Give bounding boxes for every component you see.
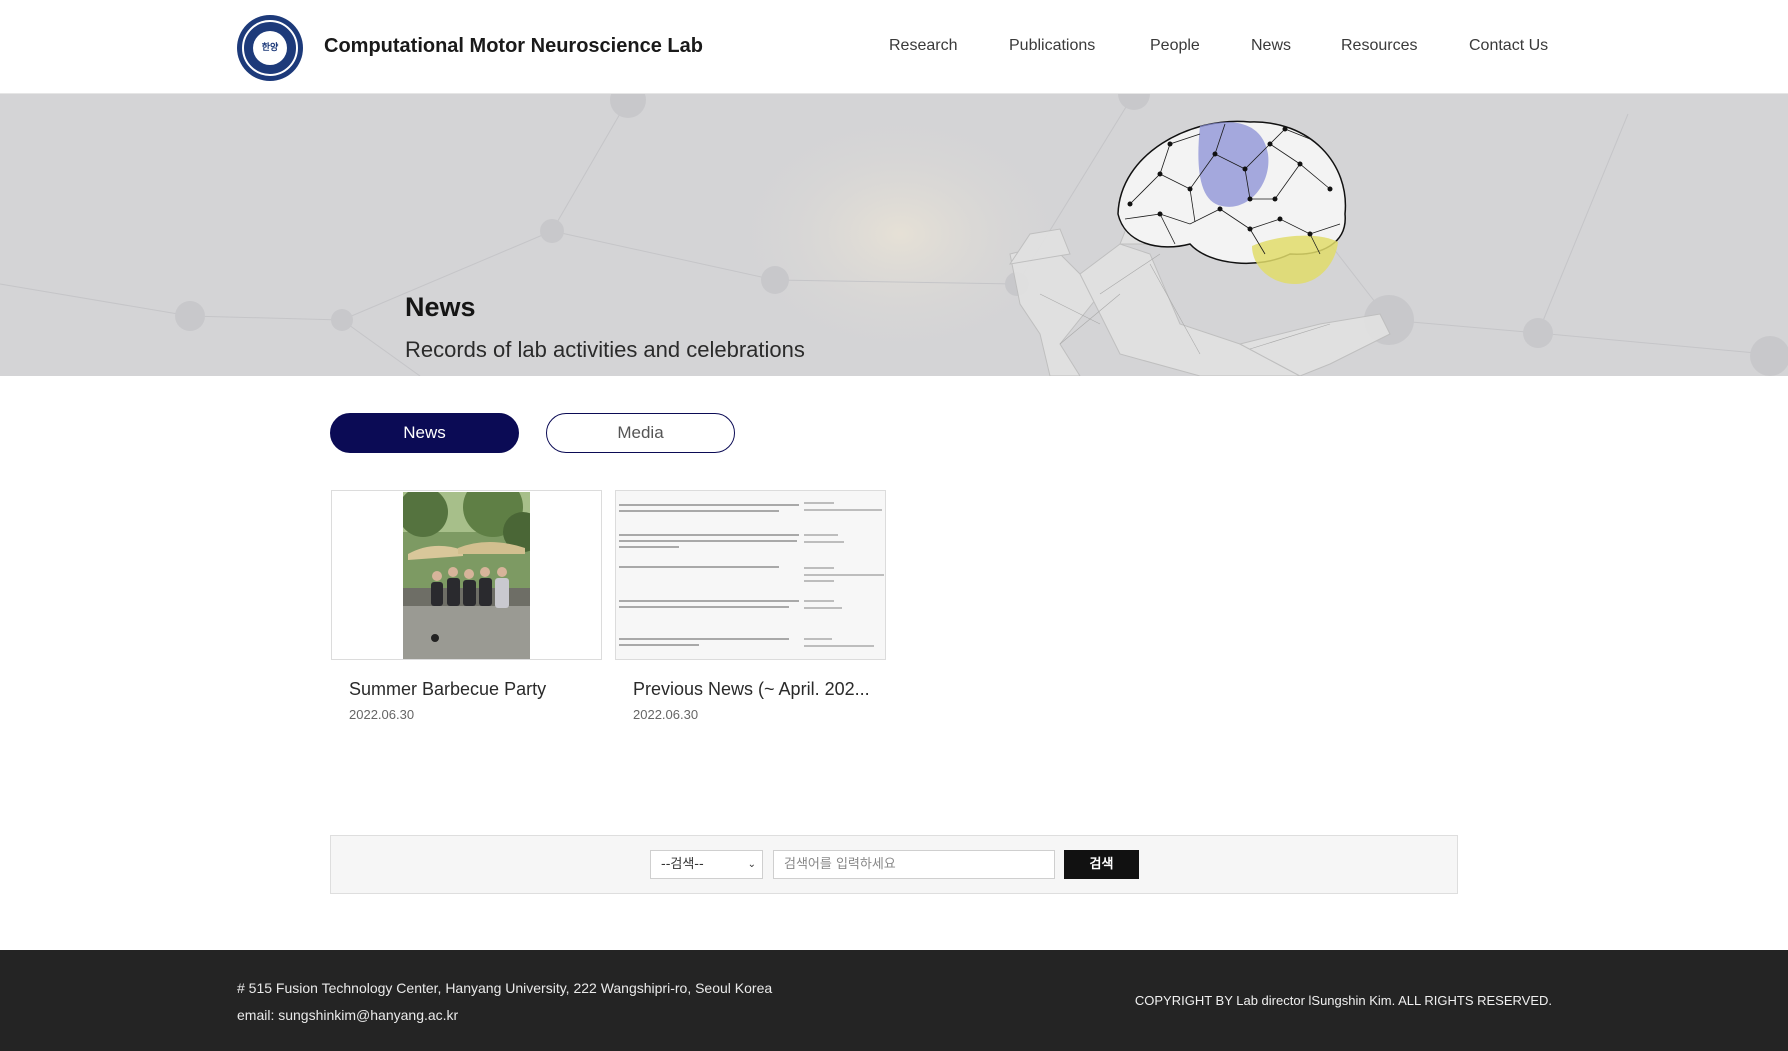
nav-people[interactable]: People xyxy=(1150,37,1200,55)
site-header: 한양 Computational Motor Neuroscience Lab … xyxy=(0,0,1788,94)
post-title[interactable]: Previous News (~ April. 202... xyxy=(633,679,870,700)
nav-resources[interactable]: Resources xyxy=(1341,37,1417,55)
nav-publications[interactable]: Publications xyxy=(1009,37,1095,55)
barbecue-photo xyxy=(403,492,530,659)
main-nav: Research Publications People News Resour… xyxy=(0,37,1788,57)
footer-email: email: sungshinkim@hanyang.ac.kr xyxy=(237,1007,459,1023)
site-footer: # 515 Fusion Technology Center, Hanyang … xyxy=(0,950,1788,1051)
search-bar: --검색-- ⌄ 검색 xyxy=(330,835,1458,894)
tab-media[interactable]: Media xyxy=(546,413,735,453)
nav-research[interactable]: Research xyxy=(889,37,957,55)
nav-news[interactable]: News xyxy=(1251,37,1291,55)
post-title[interactable]: Summer Barbecue Party xyxy=(349,679,546,700)
post-date: 2022.06.30 xyxy=(349,707,415,722)
search-category-select[interactable]: --검색-- ⌄ xyxy=(650,850,763,879)
post-date: 2022.06.30 xyxy=(633,707,699,722)
page-title: News xyxy=(405,292,476,322)
news-list-preview-image xyxy=(616,491,885,659)
search-input[interactable] xyxy=(773,850,1055,879)
nav-contact-us[interactable]: Contact Us xyxy=(1469,37,1548,55)
network-background xyxy=(0,94,1788,376)
search-select-value: --검색-- xyxy=(661,857,704,872)
post-thumbnail[interactable] xyxy=(615,490,886,660)
chevron-down-icon: ⌄ xyxy=(747,859,756,870)
page-banner: News Records of lab activities and celeb… xyxy=(0,94,1788,376)
post-thumbnail[interactable] xyxy=(331,490,602,660)
footer-copyright: COPYRIGHT BY Lab director lSungshin Kim.… xyxy=(1134,993,1552,1008)
search-button[interactable]: 검색 xyxy=(1064,850,1139,879)
page-subtitle: Records of lab activities and celebratio… xyxy=(405,337,805,362)
footer-address: # 515 Fusion Technology Center, Hanyang … xyxy=(237,980,773,996)
tab-news[interactable]: News xyxy=(330,413,519,453)
